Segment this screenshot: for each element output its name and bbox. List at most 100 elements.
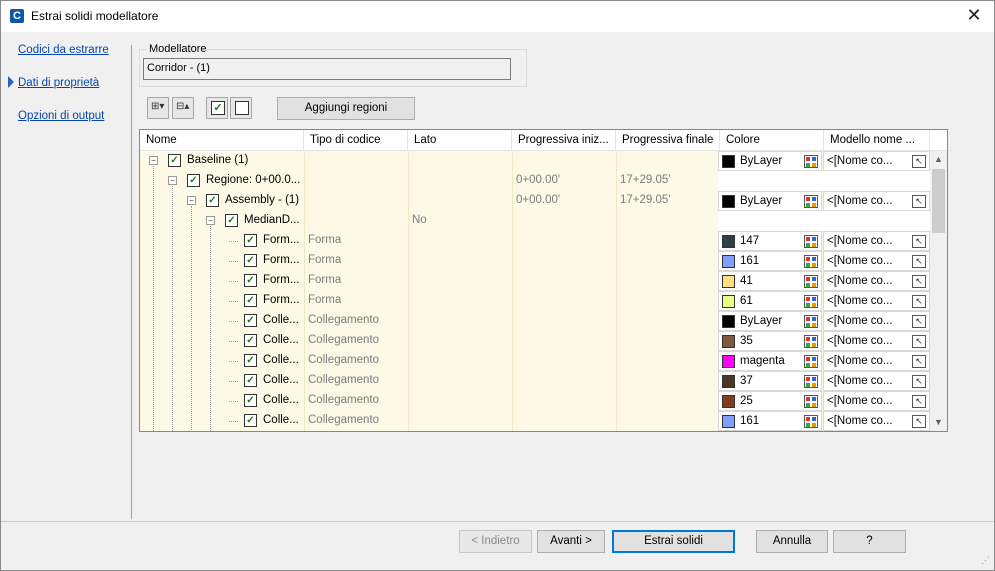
color-picker-cell[interactable]: 161 [718, 411, 822, 431]
table-row[interactable]: ✓ Form... Forma 41 <[Nome co... ↖ [140, 271, 930, 291]
row-checkbox[interactable]: ✓ [244, 254, 257, 267]
row-checkbox[interactable]: ✓ [206, 194, 219, 207]
color-picker-cell[interactable]: ByLayer [718, 151, 822, 171]
color-picker-cell[interactable]: 35 [718, 331, 822, 351]
model-name-cell[interactable]: <[Nome co... ↖ [823, 271, 930, 291]
model-name-cell[interactable]: <[Nome co... ↖ [823, 391, 930, 411]
name-template-icon[interactable]: ↖ [912, 335, 926, 348]
col-side[interactable]: Lato [408, 130, 512, 151]
row-checkbox[interactable]: ✓ [244, 294, 257, 307]
color-picker-cell[interactable]: 161 [718, 251, 822, 271]
color-palette-icon[interactable] [804, 195, 818, 208]
table-row[interactable]: ✓ Colle... Collegamento 35 <[Nome co... ↖ [140, 331, 930, 351]
row-checkbox[interactable]: ✓ [168, 154, 181, 167]
table-row[interactable]: ✓ Colle... Collegamento magenta <[Nome co...… [140, 351, 930, 371]
table-row[interactable]: − ✓ MedianD... No [140, 211, 930, 231]
model-name-cell[interactable]: <[Nome co... ↖ [823, 231, 930, 251]
extract-solids-button[interactable]: Estrai solidi [612, 530, 735, 553]
nav-codes-to-extract[interactable]: Codici da estrarre [18, 44, 109, 56]
color-palette-icon[interactable] [804, 415, 818, 428]
table-row[interactable]: − ✓ Baseline (1) ByLayer <[Nome co... ↖ [140, 151, 930, 171]
color-palette-icon[interactable] [804, 355, 818, 368]
next-button[interactable]: Avanti > [537, 530, 605, 553]
check-all-button[interactable]: ✓ [206, 97, 228, 119]
model-name-cell[interactable]: <[Nome co... ↖ [823, 311, 930, 331]
name-template-icon[interactable]: ↖ [912, 235, 926, 248]
grid-vertical-scrollbar[interactable]: ▲ ▼ [930, 151, 947, 431]
color-palette-icon[interactable] [804, 235, 818, 248]
collapse-node-icon[interactable]: − [187, 196, 196, 205]
back-button[interactable]: < Indietro [459, 530, 532, 553]
name-template-icon[interactable]: ↖ [912, 155, 926, 168]
col-color[interactable]: Colore [720, 130, 824, 151]
scroll-down-icon[interactable]: ▼ [930, 414, 947, 431]
color-palette-icon[interactable] [804, 335, 818, 348]
table-row[interactable]: ✓ Form... Forma 147 <[Nome co... ↖ [140, 231, 930, 251]
name-template-icon[interactable]: ↖ [912, 395, 926, 408]
resize-grip-icon[interactable]: ⋰ [981, 555, 990, 566]
collapse-node-icon[interactable]: − [206, 216, 215, 225]
name-template-icon[interactable]: ↖ [912, 375, 926, 388]
color-palette-icon[interactable] [804, 295, 818, 308]
model-name-cell[interactable]: <[Nome co... ↖ [823, 151, 930, 171]
name-template-icon[interactable]: ↖ [912, 355, 926, 368]
col-code-type[interactable]: Tipo di codice [304, 130, 408, 151]
color-palette-icon[interactable] [804, 315, 818, 328]
model-name-cell[interactable]: <[Nome co... ↖ [823, 251, 930, 271]
row-checkbox[interactable]: ✓ [244, 334, 257, 347]
scroll-up-icon[interactable]: ▲ [930, 151, 947, 168]
name-template-icon[interactable]: ↖ [912, 295, 926, 308]
add-regions-button[interactable]: Aggiungi regioni [277, 97, 415, 120]
color-picker-cell[interactable]: 147 [718, 231, 822, 251]
color-palette-icon[interactable] [804, 155, 818, 168]
name-template-icon[interactable]: ↖ [912, 275, 926, 288]
model-name-cell[interactable]: <[Nome co... ↖ [823, 291, 930, 311]
color-picker-cell[interactable]: ByLayer [718, 311, 822, 331]
row-checkbox[interactable]: ✓ [244, 234, 257, 247]
uncheck-all-button[interactable] [230, 97, 252, 119]
color-picker-cell[interactable]: ByLayer [718, 191, 822, 211]
col-end-station[interactable]: Progressiva finale [616, 130, 720, 151]
row-checkbox[interactable]: ✓ [225, 214, 238, 227]
name-template-icon[interactable]: ↖ [912, 415, 926, 428]
model-name-cell[interactable]: <[Nome co... ↖ [823, 351, 930, 371]
name-template-icon[interactable]: ↖ [912, 195, 926, 208]
collapse-node-icon[interactable]: − [168, 176, 177, 185]
color-picker-cell[interactable]: 37 [718, 371, 822, 391]
model-name-cell[interactable]: <[Nome co... ↖ [823, 331, 930, 351]
table-row[interactable]: ✓ Colle... Collegamento ByLayer <[Nome co...… [140, 311, 930, 331]
help-button[interactable]: ? [833, 530, 906, 553]
row-checkbox[interactable]: ✓ [244, 394, 257, 407]
row-checkbox[interactable]: ✓ [244, 354, 257, 367]
row-checkbox[interactable]: ✓ [244, 314, 257, 327]
cancel-button[interactable]: Annulla [756, 530, 828, 553]
table-row[interactable]: − ✓ Regione: 0+00.0... 0+00.00' 17+29.05' [140, 171, 930, 191]
color-palette-icon[interactable] [804, 275, 818, 288]
color-palette-icon[interactable] [804, 255, 818, 268]
model-name-cell[interactable]: <[Nome co... ↖ [823, 411, 930, 431]
color-picker-cell[interactable]: 25 [718, 391, 822, 411]
table-row[interactable]: ✓ Form... Forma 61 <[Nome co... ↖ [140, 291, 930, 311]
name-template-icon[interactable]: ↖ [912, 315, 926, 328]
table-row[interactable]: ✓ Form... Forma 161 <[Nome co... ↖ [140, 251, 930, 271]
color-picker-cell[interactable]: magenta [718, 351, 822, 371]
nav-output-options[interactable]: Opzioni di output [18, 110, 104, 122]
table-row[interactable]: ✓ Colle... Collegamento 161 <[Nome co... ↖ [140, 411, 930, 431]
table-row[interactable]: ✓ Colle... Collegamento 25 <[Nome co... ↖ [140, 391, 930, 411]
close-icon[interactable]: ✕ [964, 6, 984, 26]
table-row[interactable]: − ✓ Assembly - (1) 0+00.00' 17+29.05' ByLayer… [140, 191, 930, 211]
model-name-cell[interactable]: <[Nome co... ↖ [823, 191, 930, 211]
color-picker-cell[interactable]: 41 [718, 271, 822, 291]
color-picker-cell[interactable]: 61 [718, 291, 822, 311]
expand-all-button[interactable]: ⊞▾ [147, 97, 169, 119]
row-checkbox[interactable]: ✓ [244, 374, 257, 387]
table-row[interactable]: ✓ Colle... Collegamento 37 <[Nome co... ↖ [140, 371, 930, 391]
row-checkbox[interactable]: ✓ [187, 174, 200, 187]
color-palette-icon[interactable] [804, 375, 818, 388]
col-model-name[interactable]: Modello nome ... [824, 130, 930, 151]
row-checkbox[interactable]: ✓ [244, 274, 257, 287]
row-checkbox[interactable]: ✓ [244, 414, 257, 427]
model-name-cell[interactable]: <[Nome co... ↖ [823, 371, 930, 391]
scroll-thumb[interactable] [932, 169, 945, 233]
name-template-icon[interactable]: ↖ [912, 255, 926, 268]
